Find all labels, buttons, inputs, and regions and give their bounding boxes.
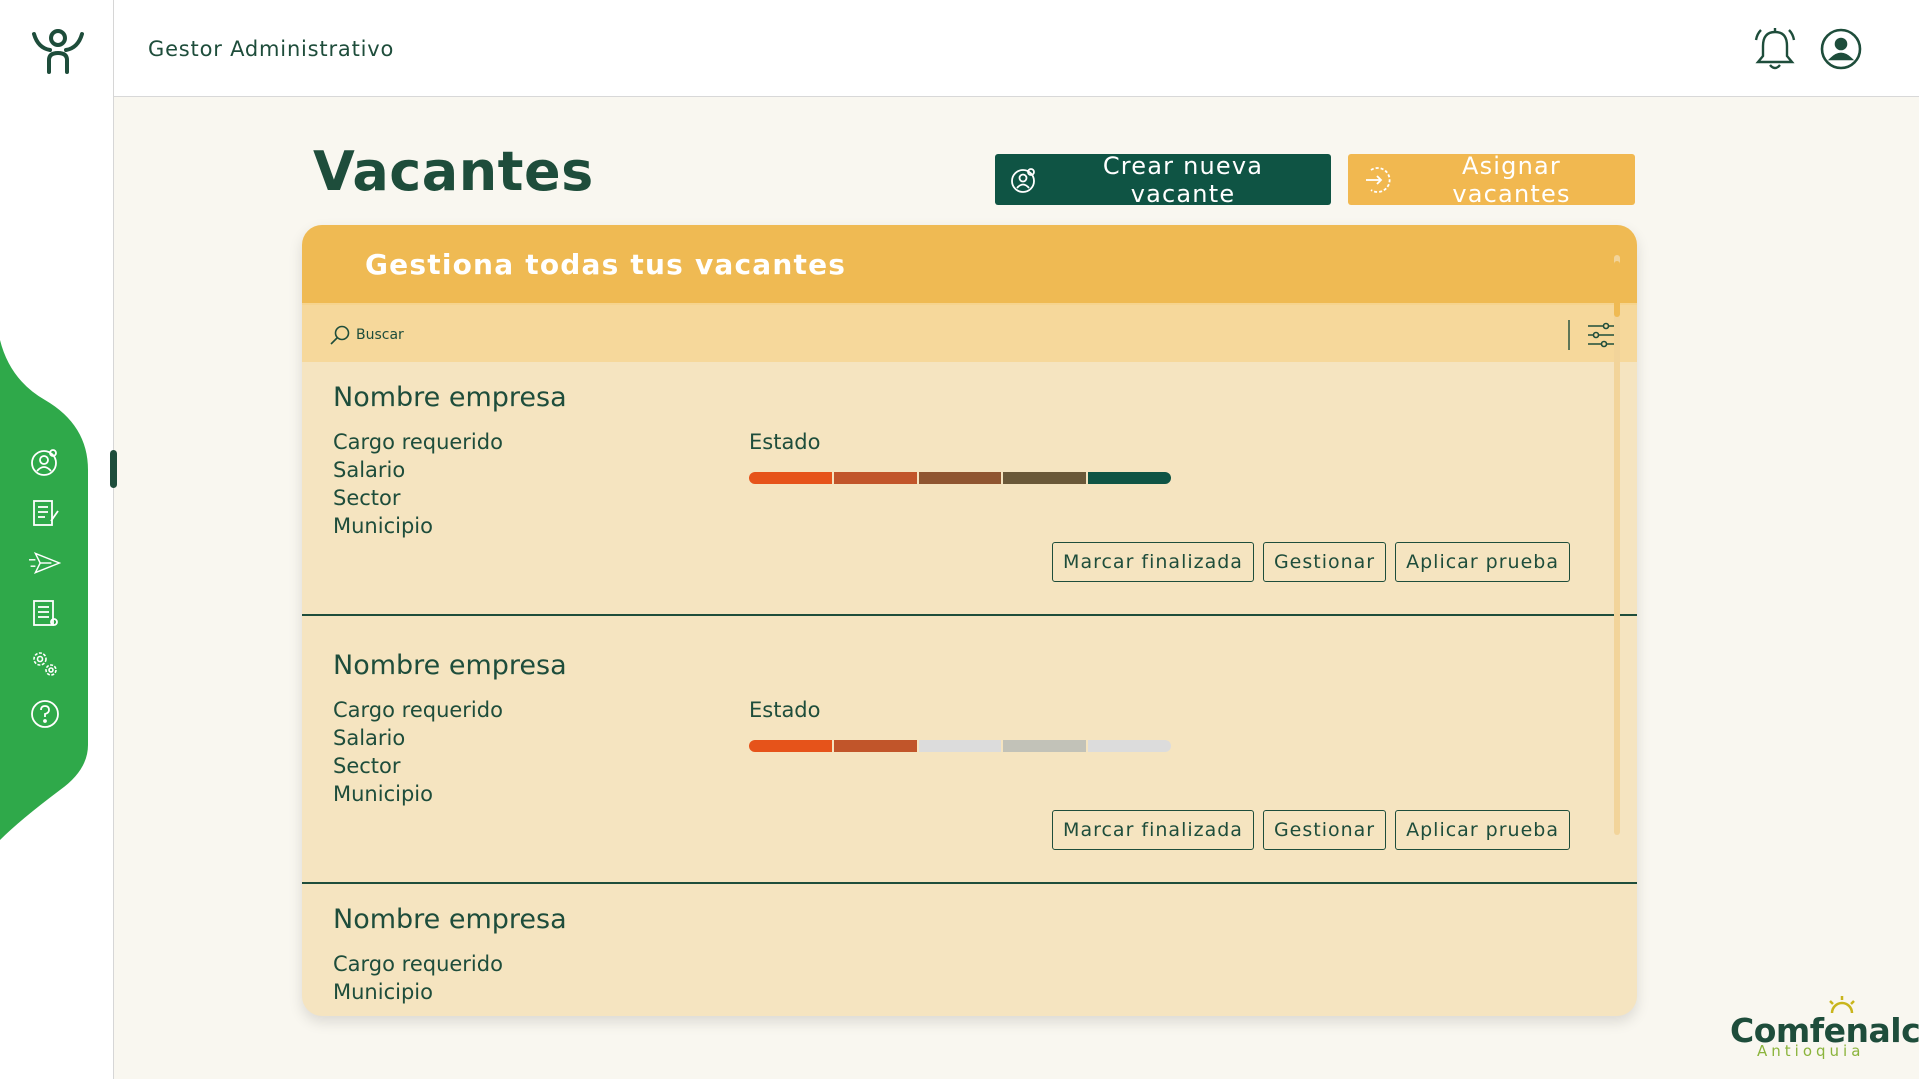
- field-salario: Salario: [333, 726, 406, 750]
- apply-test-button[interactable]: Aplicar prueba: [1395, 810, 1570, 850]
- field-salario: Salario: [333, 458, 406, 482]
- field-sector: Sector: [333, 754, 401, 778]
- status-progress-bar: [749, 740, 1171, 752]
- left-rail: [0, 0, 117, 1079]
- panel-header: Gestiona todas tus vacantes: [302, 225, 1637, 305]
- create-vacancy-button[interactable]: Crear nueva vacante: [995, 151, 1331, 208]
- sidebar-item-send[interactable]: [26, 544, 64, 582]
- scrollbar-thumb[interactable]: [1614, 261, 1620, 317]
- brand-region: Antioquia: [1757, 1042, 1865, 1060]
- status-step-segment: [1003, 740, 1087, 752]
- user-settings-icon: [31, 449, 57, 476]
- search-input[interactable]: [354, 322, 758, 348]
- field-municipio: Municipio: [333, 514, 433, 538]
- search-bar: [302, 305, 1637, 362]
- send-icon: [29, 552, 61, 574]
- company-name: Nombre empresa: [333, 382, 567, 413]
- field-cargo: Cargo requerido: [333, 430, 503, 454]
- sidebar-item-settings[interactable]: [26, 645, 64, 683]
- company-name: Nombre empresa: [333, 650, 567, 681]
- field-sector: Sector: [333, 486, 401, 510]
- vacancy-list: Nombre empresa Cargo requerido Salario S…: [302, 362, 1637, 1016]
- user-profile-icon[interactable]: [1819, 27, 1863, 71]
- top-bar: Gestor Administrativo: [114, 0, 1919, 97]
- status-step-segment: [918, 472, 1002, 484]
- manage-button[interactable]: Gestionar: [1262, 810, 1387, 850]
- status-step-segment: [833, 472, 917, 484]
- field-municipio: Municipio: [333, 980, 433, 1004]
- sidebar-item-document-edit[interactable]: [26, 494, 64, 532]
- status-label: Estado: [749, 698, 821, 722]
- vacancy-fields: Cargo requerido Municipio: [333, 950, 503, 1006]
- assign-vacancies-label: Asignar vacantes: [1452, 151, 1571, 208]
- manage-button[interactable]: Gestionar: [1262, 542, 1387, 582]
- mark-finished-button[interactable]: Marcar finalizada: [1052, 542, 1254, 582]
- field-cargo: Cargo requerido: [333, 952, 503, 976]
- company-name: Nombre empresa: [333, 904, 567, 935]
- page-title: Vacantes: [313, 140, 594, 203]
- create-vacancy-label: Crear nueva vacante: [1102, 151, 1264, 208]
- sidebar-item-help[interactable]: [26, 695, 64, 733]
- vacancy-actions: Marcar finalizada Gestionar Aplicar prue…: [1052, 542, 1570, 582]
- bell-icon[interactable]: [1753, 26, 1797, 72]
- vacancy-actions: Marcar finalizada Gestionar Aplicar prue…: [1052, 810, 1570, 850]
- status-step-segment: [1088, 740, 1171, 752]
- arrow-circle-icon: [1366, 166, 1391, 193]
- apply-test-button[interactable]: Aplicar prueba: [1395, 542, 1570, 582]
- vacancy-fields: Cargo requerido Salario Sector Municipio: [333, 696, 503, 808]
- sidebar-item-user-settings[interactable]: [26, 443, 64, 481]
- help-icon: [31, 700, 59, 728]
- sidebar-scroll-indicator[interactable]: [110, 450, 117, 488]
- status-step-segment: [749, 472, 832, 484]
- document-edit-icon: [33, 500, 59, 526]
- field-municipio: Municipio: [333, 782, 433, 806]
- assign-vacancies-button[interactable]: Asignar vacantes: [1348, 151, 1635, 208]
- mark-finished-button[interactable]: Marcar finalizada: [1052, 810, 1254, 850]
- field-cargo: Cargo requerido: [333, 698, 503, 722]
- vacancies-panel: Gestiona todas tus vacantes Nombre empre…: [302, 225, 1637, 1016]
- sidebar-wave-decoration: [0, 340, 88, 840]
- people-logo-icon[interactable]: [30, 26, 86, 76]
- status-step-segment: [833, 740, 917, 752]
- search-divider: [1568, 320, 1570, 350]
- panel-title: Gestiona todas tus vacantes: [365, 247, 847, 281]
- status-step-segment: [918, 740, 1002, 752]
- document-list-icon: [33, 600, 58, 626]
- scrollbar-track[interactable]: [1614, 255, 1620, 835]
- status-step-segment: [1088, 472, 1171, 484]
- user-add-icon: [1011, 167, 1035, 193]
- vacancy-card: Nombre empresa Cargo requerido Municipio: [302, 884, 1637, 1016]
- status-progress-bar: [749, 472, 1171, 484]
- vacancy-card: Nombre empresa Cargo requerido Salario S…: [302, 362, 1637, 616]
- status-step-segment: [1003, 472, 1087, 484]
- search-icon: [330, 325, 350, 345]
- brand-logo: Comfenalco Antioquia: [1730, 996, 1919, 1063]
- sidebar-item-document-list[interactable]: [26, 594, 64, 632]
- gears-icon: [33, 652, 57, 676]
- vacancy-card: Nombre empresa Cargo requerido Salario S…: [302, 616, 1637, 884]
- app-title: Gestor Administrativo: [148, 37, 395, 61]
- status-label: Estado: [749, 430, 821, 454]
- status-step-segment: [749, 740, 832, 752]
- vacancy-fields: Cargo requerido Salario Sector Municipio: [333, 428, 503, 540]
